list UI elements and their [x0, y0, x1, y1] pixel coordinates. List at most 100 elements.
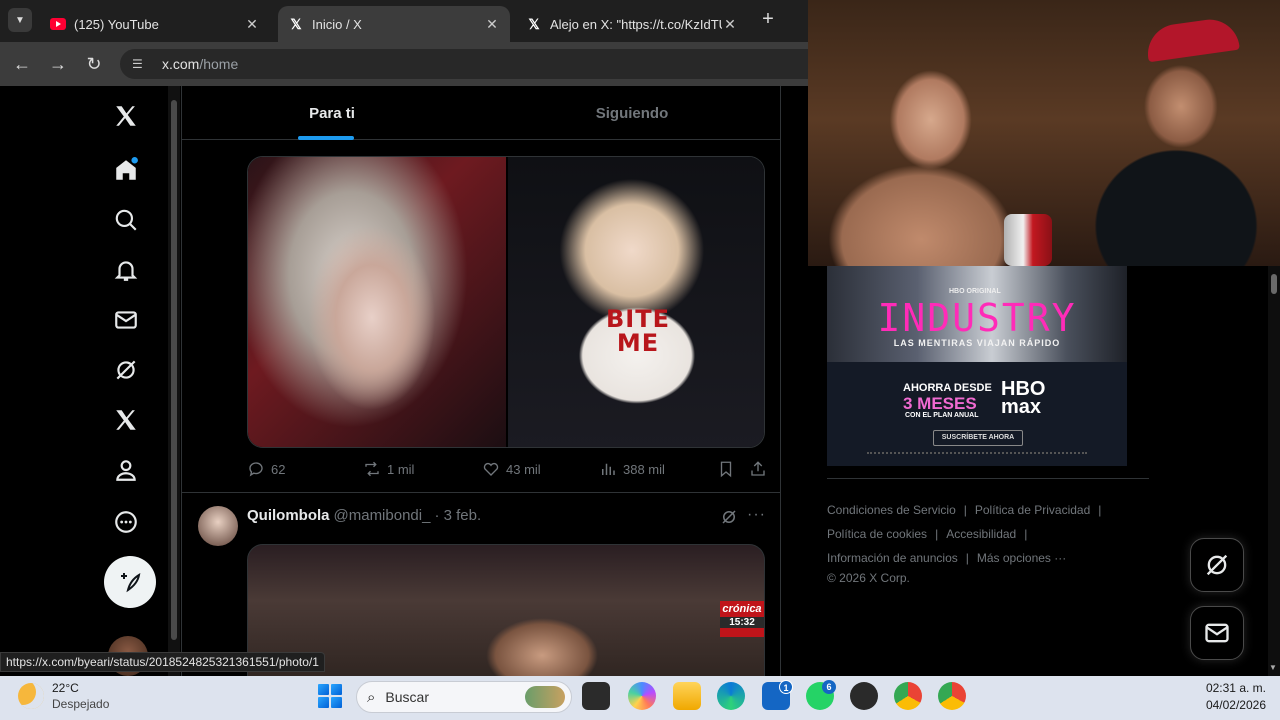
tweet-photo-2[interactable]: BITE ME [508, 157, 764, 447]
windows-start-icon[interactable] [318, 684, 342, 708]
timeline-column: Para ti Siguiendo BITE ME 62 1 mil 43 mi… [181, 86, 781, 676]
grok-icon[interactable] [110, 354, 142, 386]
x-logo-icon: 𝕏 [528, 15, 540, 32]
tweet-action-bar: 62 1 mil 43 mil 388 mil [247, 460, 767, 482]
scroll-down-arrow-icon[interactable]: ▼ [1269, 663, 1277, 672]
search-highlight-image [525, 686, 565, 708]
weather-widget[interactable]: 22°C Despejado [18, 680, 109, 712]
site-settings-icon[interactable]: ☰ [132, 57, 150, 71]
channel-name: crónica [722, 603, 762, 615]
tab-search-button[interactable]: ▼ [8, 8, 32, 32]
messages-float-button[interactable] [1190, 606, 1244, 660]
url-path: /home [199, 56, 239, 72]
tweet-photo-1[interactable] [248, 157, 506, 447]
taskbar-search[interactable]: ⌕ Buscar [356, 681, 572, 713]
close-icon[interactable]: ✕ [484, 16, 500, 33]
clock-date: 04/02/2026 [1205, 698, 1266, 712]
more-circle-icon[interactable] [110, 506, 142, 538]
tab-following[interactable]: Siguiendo [482, 86, 780, 140]
tab-x-home[interactable]: 𝕏 Inicio / X ✕ [278, 6, 510, 42]
chrome-icon[interactable] [894, 682, 922, 710]
tab-title: Inicio / X [312, 16, 362, 32]
whatsapp-badge: 6 [822, 680, 836, 694]
footer-link-accessibility[interactable]: Accesibilidad [946, 522, 1016, 546]
tweet-media-grid[interactable]: BITE ME [247, 156, 765, 448]
footer-separator: | [1024, 527, 1028, 541]
tab-alejo[interactable]: 𝕏 Alejo en X: "https://t.co/KzIdTU ✕ [516, 6, 748, 42]
reply-count: 62 [271, 461, 286, 477]
heart-icon [483, 462, 499, 476]
page-scrollbar[interactable] [168, 86, 180, 676]
person-icon[interactable] [110, 454, 142, 486]
back-button[interactable]: ← [10, 52, 34, 76]
store-badge: 1 [779, 680, 793, 694]
copyright-text: © 2026 X Corp. [827, 571, 910, 585]
more-options-button[interactable]: ··· [747, 506, 766, 524]
footer-separator: | [1098, 503, 1102, 517]
tab-title: Alejo en X: "https://t.co/KzIdTU [550, 16, 722, 32]
obs-icon[interactable] [850, 682, 878, 710]
chrome-profile-icon[interactable] [938, 682, 966, 710]
reply-button[interactable]: 62 [247, 460, 285, 478]
sidebar-scrollbar[interactable]: ▼ [1268, 266, 1280, 676]
x-logo-icon: 𝕏 [290, 15, 302, 32]
close-icon[interactable]: ✕ [244, 16, 260, 33]
footer-link-more[interactable]: Más opciones ··· [977, 546, 1066, 570]
repost-icon [365, 461, 379, 477]
author-handle[interactable]: @mamibondi_ [334, 507, 431, 524]
ad-subscribe-button[interactable]: SUSCRÍBETE AHORA [933, 430, 1023, 446]
file-explorer-icon[interactable] [673, 682, 701, 710]
author-name[interactable]: Quilombola [247, 507, 330, 524]
footer-link-terms[interactable]: Condiciones de Servicio [827, 498, 956, 522]
close-icon[interactable]: ✕ [722, 16, 738, 33]
x-premium-icon[interactable] [110, 404, 142, 436]
ad-offer-line2: 3 MESES [903, 394, 977, 413]
tweet-author-avatar[interactable] [198, 506, 238, 546]
reload-button[interactable]: ↻ [82, 52, 106, 76]
scrollbar-thumb[interactable] [1271, 274, 1277, 294]
grok-float-button[interactable] [1190, 538, 1244, 592]
tab-label: Para ti [309, 104, 355, 122]
footer-link-ads-info[interactable]: Información de anuncios [827, 546, 958, 570]
reply-icon [249, 462, 263, 477]
footer-link-cookies[interactable]: Política de cookies [827, 522, 927, 546]
tweet-date[interactable]: · 3 feb. [434, 507, 481, 524]
scrollbar-thumb[interactable] [171, 100, 177, 640]
browser-tab-strip: ▼ (125) YouTube ✕ 𝕏 Inicio / X ✕ 𝕏 Alejo… [0, 0, 808, 42]
bell-icon[interactable] [110, 254, 142, 286]
address-bar[interactable]: ☰ x.com/home [120, 49, 808, 79]
ad-brand-logo: HBO max [1001, 378, 1046, 418]
ad-network-label: HBO ORIGINAL [949, 288, 1001, 295]
repost-button[interactable]: 1 mil [363, 460, 414, 478]
bookmark-icon [720, 461, 732, 478]
x-logo-icon[interactable] [110, 100, 142, 132]
view-count: 388 mil [623, 461, 665, 477]
system-clock[interactable]: 02:31 a. m. 04/02/2026 [1194, 680, 1266, 714]
grok-icon[interactable] [720, 508, 738, 526]
forward-button[interactable]: → [46, 52, 70, 76]
tweet-header: Quilombola @mamibondi_ · 3 feb. [247, 507, 481, 524]
weather-temperature: 22°C [52, 681, 79, 695]
bookmark-button[interactable] [717, 460, 741, 478]
ad-legal-text [867, 452, 1087, 460]
footer-link-privacy[interactable]: Política de Privacidad [975, 498, 1090, 522]
tab-youtube[interactable]: (125) YouTube ✕ [40, 6, 270, 42]
tab-for-you[interactable]: Para ti [182, 86, 482, 140]
like-button[interactable]: 43 mil [482, 460, 541, 478]
compose-post-button[interactable] [104, 556, 156, 608]
sponsored-ad[interactable]: HBO ORIGINAL INDUSTRY LAS MENTIRAS VIAJA… [827, 266, 1127, 466]
mail-icon[interactable] [110, 304, 142, 336]
channel-time: 15:32 [720, 617, 764, 628]
footer-separator: | [935, 527, 939, 541]
task-view-icon[interactable] [582, 682, 610, 710]
views-button[interactable]: 388 mil [599, 460, 665, 478]
share-icon [751, 461, 765, 476]
new-tab-button[interactable]: + [758, 9, 778, 30]
footer-separator: | [965, 551, 969, 565]
share-button[interactable] [749, 460, 773, 478]
tv-channel-overlay: crónica 15:32 [720, 601, 764, 637]
edge-icon[interactable] [717, 682, 745, 710]
search-icon[interactable] [110, 204, 142, 236]
home-icon[interactable] [110, 154, 142, 186]
copilot-icon[interactable] [628, 682, 656, 710]
